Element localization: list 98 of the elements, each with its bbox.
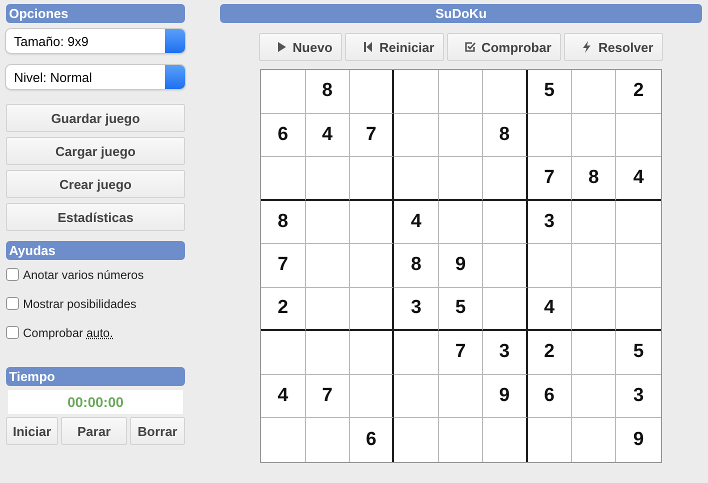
- timer-button[interactable]: Parar: [61, 417, 127, 445]
- sudoku-cell[interactable]: 5: [616, 331, 661, 374]
- sudoku-cell[interactable]: [350, 244, 394, 288]
- sudoku-cell[interactable]: [483, 244, 528, 288]
- sudoku-cell[interactable]: [483, 288, 528, 331]
- sudoku-cell[interactable]: [394, 331, 439, 374]
- sudoku-cell[interactable]: [350, 70, 394, 114]
- sudoku-cell[interactable]: [528, 114, 572, 157]
- sudoku-cell[interactable]: 7: [261, 244, 306, 288]
- sudoku-cell[interactable]: [438, 374, 484, 418]
- sudoku-cell[interactable]: [572, 244, 616, 288]
- menu-button[interactable]: Estadísticas: [6, 203, 185, 231]
- sudoku-cell[interactable]: 6: [528, 374, 572, 418]
- sudoku-cell[interactable]: 6: [350, 418, 394, 462]
- menu-button[interactable]: Guardar juego: [6, 104, 185, 132]
- sudoku-cell[interactable]: 4: [306, 114, 350, 157]
- sudoku-cell[interactable]: 9: [438, 244, 484, 288]
- sudoku-cell[interactable]: [528, 244, 572, 288]
- menu-button[interactable]: Cargar juego: [6, 137, 185, 165]
- sudoku-cell[interactable]: [483, 200, 528, 244]
- timer-button[interactable]: Borrar: [130, 417, 185, 445]
- sudoku-cell[interactable]: [483, 70, 528, 114]
- sudoku-cell[interactable]: [350, 200, 394, 244]
- sudoku-cell[interactable]: [350, 331, 394, 374]
- sudoku-cell[interactable]: [261, 157, 306, 200]
- sudoku-cell[interactable]: 5: [438, 288, 484, 331]
- sudoku-cell[interactable]: 7: [350, 114, 394, 157]
- sudoku-cell[interactable]: 2: [528, 331, 572, 374]
- section-header: Tiempo: [6, 367, 185, 386]
- sudoku-cell[interactable]: [572, 114, 616, 157]
- play-icon: [276, 41, 288, 53]
- sudoku-cell[interactable]: 4: [261, 374, 306, 418]
- checkbox[interactable]: [6, 268, 19, 281]
- sudoku-cell[interactable]: [394, 70, 439, 114]
- sudoku-cell[interactable]: 2: [616, 70, 661, 114]
- checkbox[interactable]: [6, 326, 19, 339]
- checkbox-label: Mostrar posibilidades: [23, 296, 136, 310]
- sudoku-cell[interactable]: [572, 288, 616, 331]
- menu-button[interactable]: Crear juego: [6, 170, 185, 198]
- title-bar: SuDoKu: [220, 4, 702, 23]
- sudoku-cell[interactable]: [394, 114, 439, 157]
- sudoku-cell[interactable]: 9: [616, 418, 661, 462]
- sudoku-cell[interactable]: [306, 157, 350, 200]
- sudoku-cell[interactable]: 7: [528, 157, 572, 200]
- sudoku-cell[interactable]: 3: [616, 374, 661, 418]
- sudoku-cell[interactable]: [350, 374, 394, 418]
- sudoku-cell[interactable]: 3: [528, 200, 572, 244]
- sudoku-cell[interactable]: [306, 288, 350, 331]
- sudoku-cell[interactable]: [572, 374, 616, 418]
- sudoku-cell[interactable]: [572, 331, 616, 374]
- sudoku-cell[interactable]: 7: [306, 374, 350, 418]
- sudoku-cell[interactable]: 3: [483, 331, 528, 374]
- sudoku-cell[interactable]: [438, 157, 484, 200]
- sudoku-cell[interactable]: [350, 288, 394, 331]
- sudoku-cell[interactable]: [394, 157, 439, 200]
- sudoku-cell[interactable]: [394, 374, 439, 418]
- sudoku-cell[interactable]: 4: [394, 200, 439, 244]
- toolbar-button[interactable]: Reiniciar: [345, 33, 444, 61]
- sudoku-cell[interactable]: 3: [394, 288, 439, 331]
- section-header: Ayudas: [6, 241, 185, 260]
- sudoku-cell[interactable]: 8: [572, 157, 616, 200]
- checkbox[interactable]: [6, 297, 19, 310]
- sudoku-cell[interactable]: 8: [483, 114, 528, 157]
- sudoku-cell[interactable]: [306, 200, 350, 244]
- sudoku-cell[interactable]: 4: [616, 157, 661, 200]
- check-icon: [464, 41, 476, 53]
- section-header: Opciones: [6, 4, 185, 23]
- select-dropdown[interactable]: Tamaño: 9x9: [6, 29, 185, 53]
- sudoku-cell[interactable]: [438, 200, 484, 244]
- timer-button[interactable]: Iniciar: [6, 417, 58, 445]
- sudoku-cell[interactable]: [572, 70, 616, 114]
- sudoku-cell[interactable]: [572, 200, 616, 244]
- bolt-icon: [581, 41, 594, 53]
- toolbar-button[interactable]: Nuevo: [258, 33, 342, 61]
- rewind-icon: [362, 41, 374, 53]
- timer-display: 00:00:00: [8, 390, 183, 414]
- checkbox-label: Comprobar auto.: [23, 326, 114, 340]
- sudoku-cell[interactable]: [438, 70, 484, 114]
- sudoku-cell[interactable]: 8: [394, 244, 439, 288]
- sudoku-cell[interactable]: [261, 331, 306, 374]
- checkbox-label: Anotar varios números: [23, 268, 144, 282]
- toolbar-button[interactable]: Comprobar: [447, 33, 562, 61]
- sudoku-cell[interactable]: 4: [528, 288, 572, 331]
- sudoku-cell[interactable]: 2: [261, 288, 306, 331]
- sudoku-cell[interactable]: 8: [261, 200, 306, 244]
- sudoku-cell[interactable]: [350, 157, 394, 200]
- sudoku-cell[interactable]: [306, 331, 350, 374]
- sudoku-cell[interactable]: 7: [438, 331, 484, 374]
- sudoku-cell[interactable]: 8: [306, 70, 350, 114]
- sudoku-cell[interactable]: [261, 70, 306, 114]
- sudoku-cell[interactable]: [438, 114, 484, 157]
- toolbar-button[interactable]: Resolver: [564, 33, 664, 61]
- sudoku-cell[interactable]: 9: [483, 374, 528, 418]
- select-dropdown[interactable]: Nivel: Normal: [6, 65, 185, 89]
- sudoku-cell[interactable]: [306, 244, 350, 288]
- sudoku-cell[interactable]: [483, 157, 528, 200]
- sudoku-cell[interactable]: 5: [528, 70, 572, 114]
- sudoku-cell[interactable]: 6: [261, 114, 306, 157]
